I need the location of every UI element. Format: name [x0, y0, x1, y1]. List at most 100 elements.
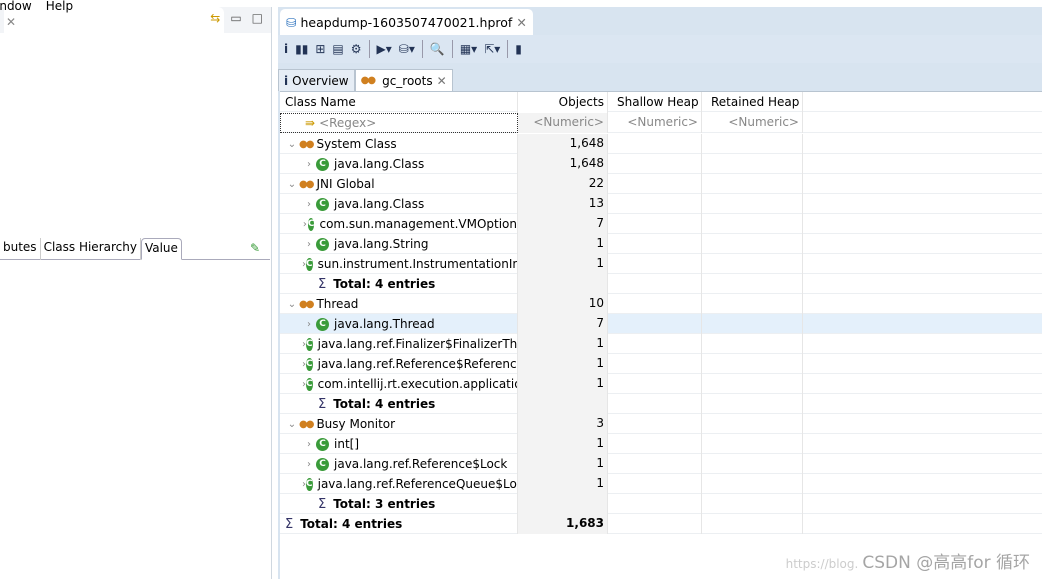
- objects-cell: 1: [518, 374, 608, 394]
- close-icon[interactable]: ✕: [516, 15, 526, 30]
- table-row[interactable]: › Cjava.lang.Thread 7: [280, 314, 1042, 334]
- shallow-heap-cell: [608, 414, 702, 434]
- column-header-objects[interactable]: Objects: [518, 92, 608, 113]
- row-name: Thread: [316, 296, 359, 311]
- chevron-down-icon[interactable]: ⌄: [285, 135, 299, 154]
- table-row[interactable]: › Cjava.lang.ref.Reference$Lock 1: [280, 454, 1042, 474]
- search-icon[interactable]: 🔍: [430, 42, 445, 56]
- column-header-shallow-heap[interactable]: Shallow Heap: [608, 92, 702, 113]
- row-name: Total: 3 entries: [333, 496, 436, 511]
- retained-heap-cell: [702, 174, 803, 194]
- retained-heap-cell: [702, 234, 803, 254]
- table-row[interactable]: › Cint[] 1: [280, 434, 1042, 454]
- shallow-heap-cell: [608, 154, 702, 174]
- dominator-tree-icon[interactable]: ⊞: [315, 42, 325, 56]
- objects-cell: 7: [518, 314, 608, 334]
- chevron-right-icon[interactable]: ›: [302, 195, 316, 214]
- objects-filter[interactable]: <Numeric>: [518, 113, 608, 133]
- gc-root-group-icon: ●●: [299, 178, 315, 190]
- table-row[interactable]: ⌄ ●● JNI Global 22: [280, 174, 1042, 194]
- close-icon[interactable]: ✕: [6, 15, 16, 29]
- class-name-cell: › Cjava.lang.ref.ReferenceQueue$Lock: [280, 474, 518, 494]
- run-report-icon[interactable]: ▶▾: [377, 42, 392, 56]
- table-row[interactable]: › Cjava.lang.Class 1,648: [280, 154, 1042, 174]
- table-row[interactable]: › Ccom.intellij.rt.execution.application 1: [280, 374, 1042, 394]
- table-row[interactable]: › Cjava.lang.String 1: [280, 234, 1042, 254]
- shallow-heap-cell: [608, 394, 702, 414]
- column-header-retained-heap[interactable]: Retained Heap: [702, 92, 803, 113]
- shallow-heap-cell: [608, 234, 702, 254]
- table-row[interactable]: Σ Total: 4 entries 1,683: [280, 514, 1042, 534]
- tab-value[interactable]: Value: [140, 238, 182, 260]
- shallow-heap-cell: [608, 474, 702, 494]
- class-name-cell: ⌄ ●● Busy Monitor: [280, 414, 518, 434]
- pin-icon[interactable]: ✎: [250, 241, 260, 255]
- chevron-right-icon[interactable]: ›: [302, 435, 316, 454]
- table-row[interactable]: ›Cjava.lang.ref.Finalizer$FinalizerThrea…: [280, 334, 1042, 354]
- chevron-right-icon[interactable]: ›: [302, 315, 316, 334]
- class-name-cell: › Cjava.lang.Thread: [280, 314, 518, 334]
- menu-bar: indow Help: [0, 0, 87, 14]
- row-name: java.lang.String: [334, 236, 429, 251]
- table-row[interactable]: ⌄ ●● System Class 1,648: [280, 134, 1042, 154]
- tab-overview[interactable]: i Overview: [278, 69, 355, 91]
- column-header-class-name[interactable]: Class Name: [280, 92, 518, 113]
- class-name-filter[interactable]: ⇛ <Regex>: [280, 113, 518, 133]
- table-row[interactable]: Σ Total: 4 entries: [280, 394, 1042, 414]
- info-icon[interactable]: i: [284, 42, 288, 56]
- shallow-heap-cell: [608, 374, 702, 394]
- shallow-heap-cell: [608, 294, 702, 314]
- shallow-heap-cell: [608, 494, 702, 514]
- chevron-down-icon[interactable]: ⌄: [285, 295, 299, 314]
- chevron-right-icon[interactable]: ›: [302, 455, 316, 474]
- menu-help[interactable]: Help: [46, 0, 73, 13]
- editor-tab[interactable]: ⛁ heapdump-1603507470021.hprof ✕: [280, 9, 533, 35]
- close-icon[interactable]: ✕: [437, 74, 447, 88]
- table-row[interactable]: ⌄ ●● Thread 10: [280, 294, 1042, 314]
- row-name: Total: 4 entries: [333, 396, 436, 411]
- shallow-heap-cell: [608, 514, 702, 534]
- export-icon[interactable]: ⇱▾: [484, 42, 500, 56]
- table-row[interactable]: › Cjava.lang.ref.ReferenceQueue$Lock 1: [280, 474, 1042, 494]
- table-row[interactable]: › Ccom.sun.management.VMOption 7: [280, 214, 1042, 234]
- calculator-icon[interactable]: ▦▾: [460, 42, 477, 56]
- settings-icon[interactable]: ⚙: [351, 42, 362, 56]
- tab-class-hierarchy[interactable]: Class Hierarchy: [41, 238, 141, 260]
- table-row[interactable]: › Cjava.lang.Class 13: [280, 194, 1042, 214]
- histogram-icon[interactable]: ▮▮: [295, 42, 308, 56]
- tab-gc-roots[interactable]: ●● gc_roots ✕: [354, 69, 453, 91]
- chevron-down-icon[interactable]: ⌄: [285, 415, 299, 434]
- class-icon: C: [306, 337, 313, 351]
- class-icon: C: [316, 197, 329, 211]
- retained-heap-filter[interactable]: <Numeric>: [702, 113, 803, 133]
- chart-icon[interactable]: ▮: [515, 42, 522, 56]
- objects-cell: 1: [518, 454, 608, 474]
- oql-icon[interactable]: ▤: [332, 42, 343, 56]
- table-row[interactable]: › Csun.instrument.InstrumentationImpl 1: [280, 254, 1042, 274]
- menu-window[interactable]: indow: [0, 0, 32, 13]
- shallow-heap-cell: [608, 254, 702, 274]
- tab-attributes[interactable]: butes: [0, 238, 41, 260]
- tab-label: Overview: [292, 73, 349, 88]
- class-icon: C: [316, 237, 329, 251]
- row-name: java.lang.Class: [334, 156, 425, 171]
- table-row[interactable]: Σ Total: 4 entries: [280, 274, 1042, 294]
- query-browser-icon[interactable]: ⛁▾: [399, 42, 415, 56]
- minimize-icon[interactable]: ▭: [230, 11, 241, 25]
- maximize-icon[interactable]: □: [252, 11, 263, 25]
- shallow-heap-cell: [608, 434, 702, 454]
- chevron-right-icon[interactable]: ›: [302, 235, 316, 254]
- table-row[interactable]: Σ Total: 3 entries: [280, 494, 1042, 514]
- shallow-heap-cell: [608, 214, 702, 234]
- chevron-right-icon[interactable]: ›: [302, 155, 316, 174]
- chevron-down-icon[interactable]: ⌄: [285, 175, 299, 194]
- objects-cell: [518, 274, 608, 294]
- objects-cell: 13: [518, 194, 608, 214]
- table-row[interactable]: ›Cjava.lang.ref.Reference$ReferenceHandl…: [280, 354, 1042, 374]
- row-name: int[]: [334, 436, 360, 451]
- class-name-cell: › Csun.instrument.InstrumentationImpl: [280, 254, 518, 274]
- shallow-heap-filter[interactable]: <Numeric>: [608, 113, 702, 133]
- sync-icon[interactable]: ⇆: [210, 11, 220, 25]
- table-row[interactable]: ⌄ ●● Busy Monitor 3: [280, 414, 1042, 434]
- retained-heap-cell: [702, 454, 803, 474]
